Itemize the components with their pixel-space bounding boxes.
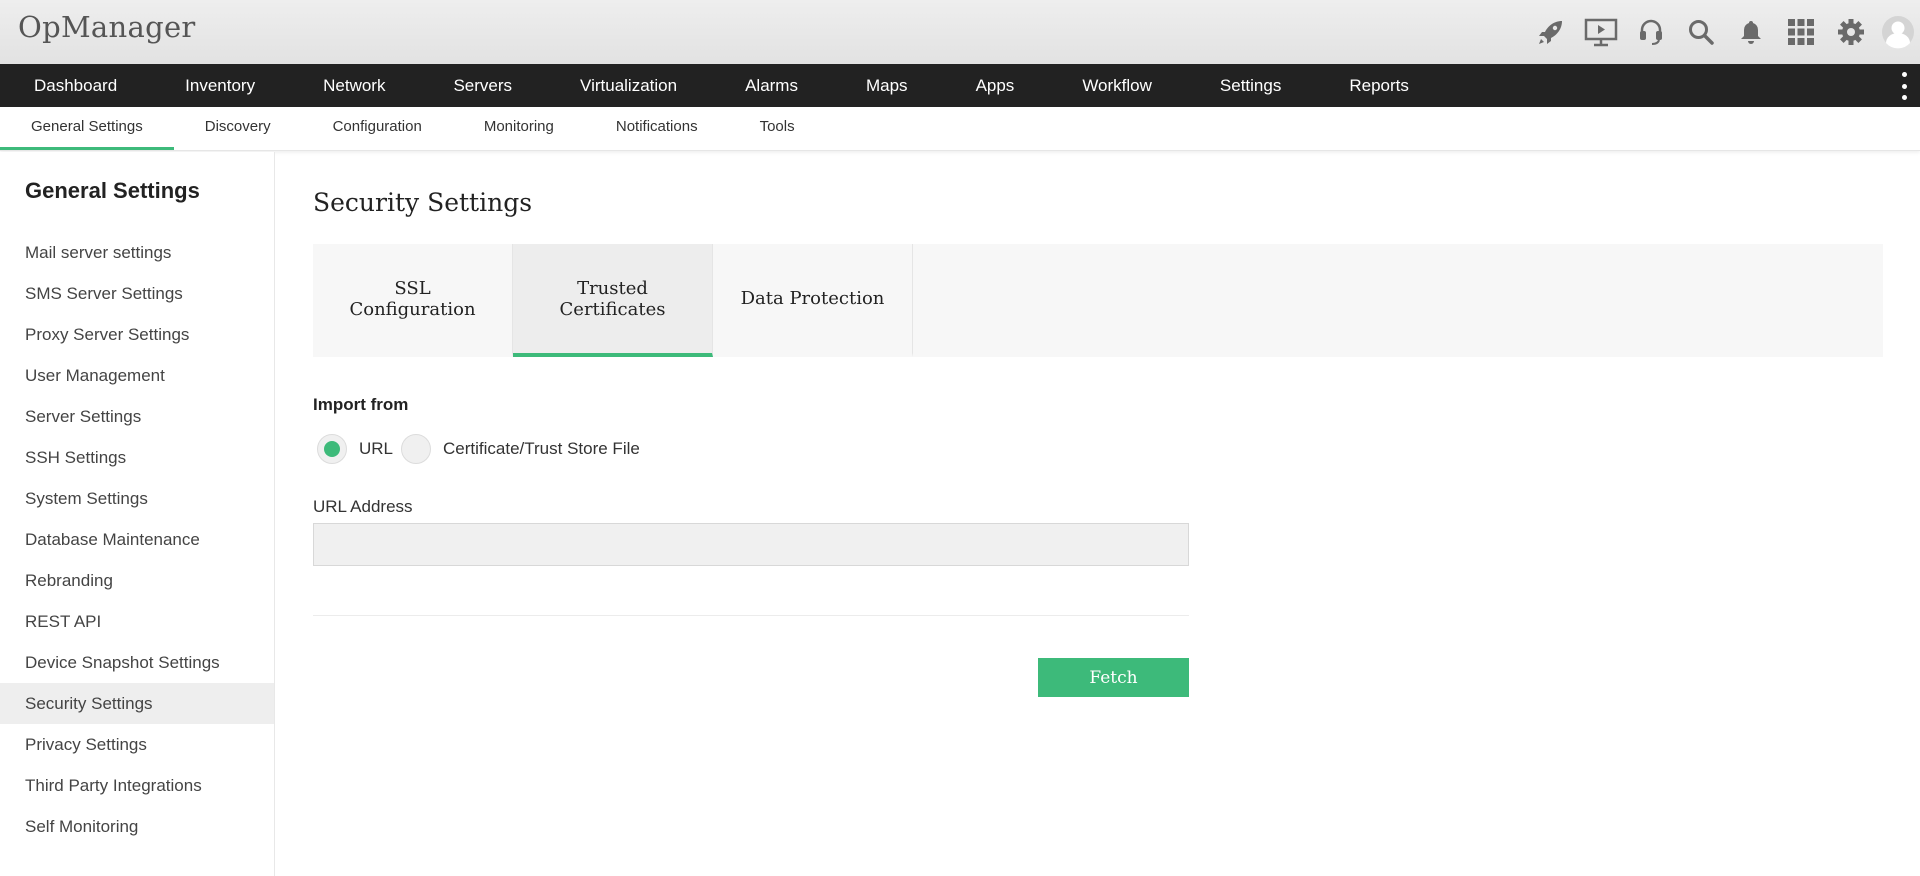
sidebar: General Settings Mail server settings SM…: [0, 152, 275, 876]
subnav-monitoring[interactable]: Monitoring: [453, 106, 585, 150]
subnav-discovery[interactable]: Discovery: [174, 106, 302, 150]
tab-ssl-configuration[interactable]: SSL Configuration: [313, 244, 513, 357]
sidebar-item-sms-server[interactable]: SMS Server Settings: [0, 273, 274, 314]
sidebar-item-rest-api[interactable]: REST API: [0, 601, 274, 642]
radio-certificate-file-label[interactable]: Certificate/Trust Store File: [443, 439, 640, 459]
sidebar-item-system-settings[interactable]: System Settings: [0, 478, 274, 519]
settings-tabs: SSL Configuration Trusted Certificates Dat…: [313, 244, 1883, 357]
tab-data-protection[interactable]: Data Protection: [713, 244, 913, 357]
sidebar-list: Mail server settings SMS Server Settings…: [0, 232, 274, 847]
nav-alarms[interactable]: Alarms: [711, 64, 832, 107]
sidebar-item-ssh-settings[interactable]: SSH Settings: [0, 437, 274, 478]
nav-dashboard[interactable]: Dashboard: [0, 64, 151, 107]
subnav-notifications[interactable]: Notifications: [585, 106, 729, 150]
page-title: Security Settings: [313, 188, 533, 217]
sidebar-item-security-settings[interactable]: Security Settings: [0, 683, 274, 724]
gear-icon[interactable]: [1826, 0, 1876, 64]
app-logo[interactable]: OpManager: [18, 10, 196, 44]
sidebar-title: General Settings: [25, 178, 200, 203]
fetch-button[interactable]: Fetch: [1038, 658, 1189, 697]
radio-url-label[interactable]: URL: [359, 439, 393, 459]
bell-icon[interactable]: [1726, 0, 1776, 64]
import-source-radio-group: URL Certificate/Trust Store File: [317, 434, 648, 464]
tab-label-line2: Configuration: [349, 298, 476, 320]
nav-reports[interactable]: Reports: [1315, 64, 1443, 107]
form-divider: [313, 615, 1189, 616]
sidebar-item-user-management[interactable]: User Management: [0, 355, 274, 396]
url-address-input[interactable]: [313, 523, 1189, 566]
main-nav: Dashboard Inventory Network Servers Virt…: [0, 64, 1920, 107]
sidebar-item-privacy-settings[interactable]: Privacy Settings: [0, 724, 274, 765]
nav-workflow[interactable]: Workflow: [1048, 64, 1186, 107]
rocket-icon[interactable]: [1526, 0, 1576, 64]
tab-label-line1: SSL: [394, 277, 431, 299]
tab-label-line1: Trusted: [577, 277, 648, 299]
tab-label-line2: Certificates: [559, 298, 666, 320]
url-address-label: URL Address: [313, 497, 413, 516]
sidebar-item-mail-server[interactable]: Mail server settings: [0, 232, 274, 273]
radio-selected-dot: [324, 441, 340, 457]
user-avatar-icon[interactable]: [1876, 0, 1920, 64]
radio-url[interactable]: [317, 434, 347, 464]
search-icon[interactable]: [1676, 0, 1726, 64]
import-from-label: Import from: [313, 395, 409, 414]
nav-settings[interactable]: Settings: [1186, 64, 1315, 107]
sidebar-item-device-snapshot[interactable]: Device Snapshot Settings: [0, 642, 274, 683]
sub-nav: General Settings Discovery Configuration…: [0, 107, 1920, 151]
nav-virtualization[interactable]: Virtualization: [546, 64, 711, 107]
subnav-tools[interactable]: Tools: [729, 106, 826, 150]
sidebar-item-proxy-server[interactable]: Proxy Server Settings: [0, 314, 274, 355]
app-header: OpManager: [0, 0, 1920, 64]
subnav-general-settings[interactable]: General Settings: [0, 106, 174, 150]
sidebar-item-server-settings[interactable]: Server Settings: [0, 396, 274, 437]
sidebar-item-rebranding[interactable]: Rebranding: [0, 560, 274, 601]
more-menu-icon[interactable]: [1900, 72, 1908, 100]
nav-inventory[interactable]: Inventory: [151, 64, 289, 107]
tab-trusted-certificates[interactable]: Trusted Certificates: [513, 244, 713, 357]
apps-grid-icon[interactable]: [1776, 0, 1826, 64]
nav-maps[interactable]: Maps: [832, 64, 942, 107]
nav-network[interactable]: Network: [289, 64, 419, 107]
radio-certificate-file[interactable]: [401, 434, 432, 464]
headset-icon[interactable]: [1626, 0, 1676, 64]
tab-label-line1: Data Protection: [740, 288, 885, 309]
header-icon-bar: [1526, 0, 1920, 64]
sidebar-item-database-maintenance[interactable]: Database Maintenance: [0, 519, 274, 560]
sidebar-item-third-party[interactable]: Third Party Integrations: [0, 765, 274, 806]
nav-servers[interactable]: Servers: [419, 64, 546, 107]
presentation-icon[interactable]: [1576, 0, 1626, 64]
nav-apps[interactable]: Apps: [942, 64, 1049, 107]
sidebar-item-self-monitoring[interactable]: Self Monitoring: [0, 806, 274, 847]
subnav-configuration[interactable]: Configuration: [302, 106, 453, 150]
